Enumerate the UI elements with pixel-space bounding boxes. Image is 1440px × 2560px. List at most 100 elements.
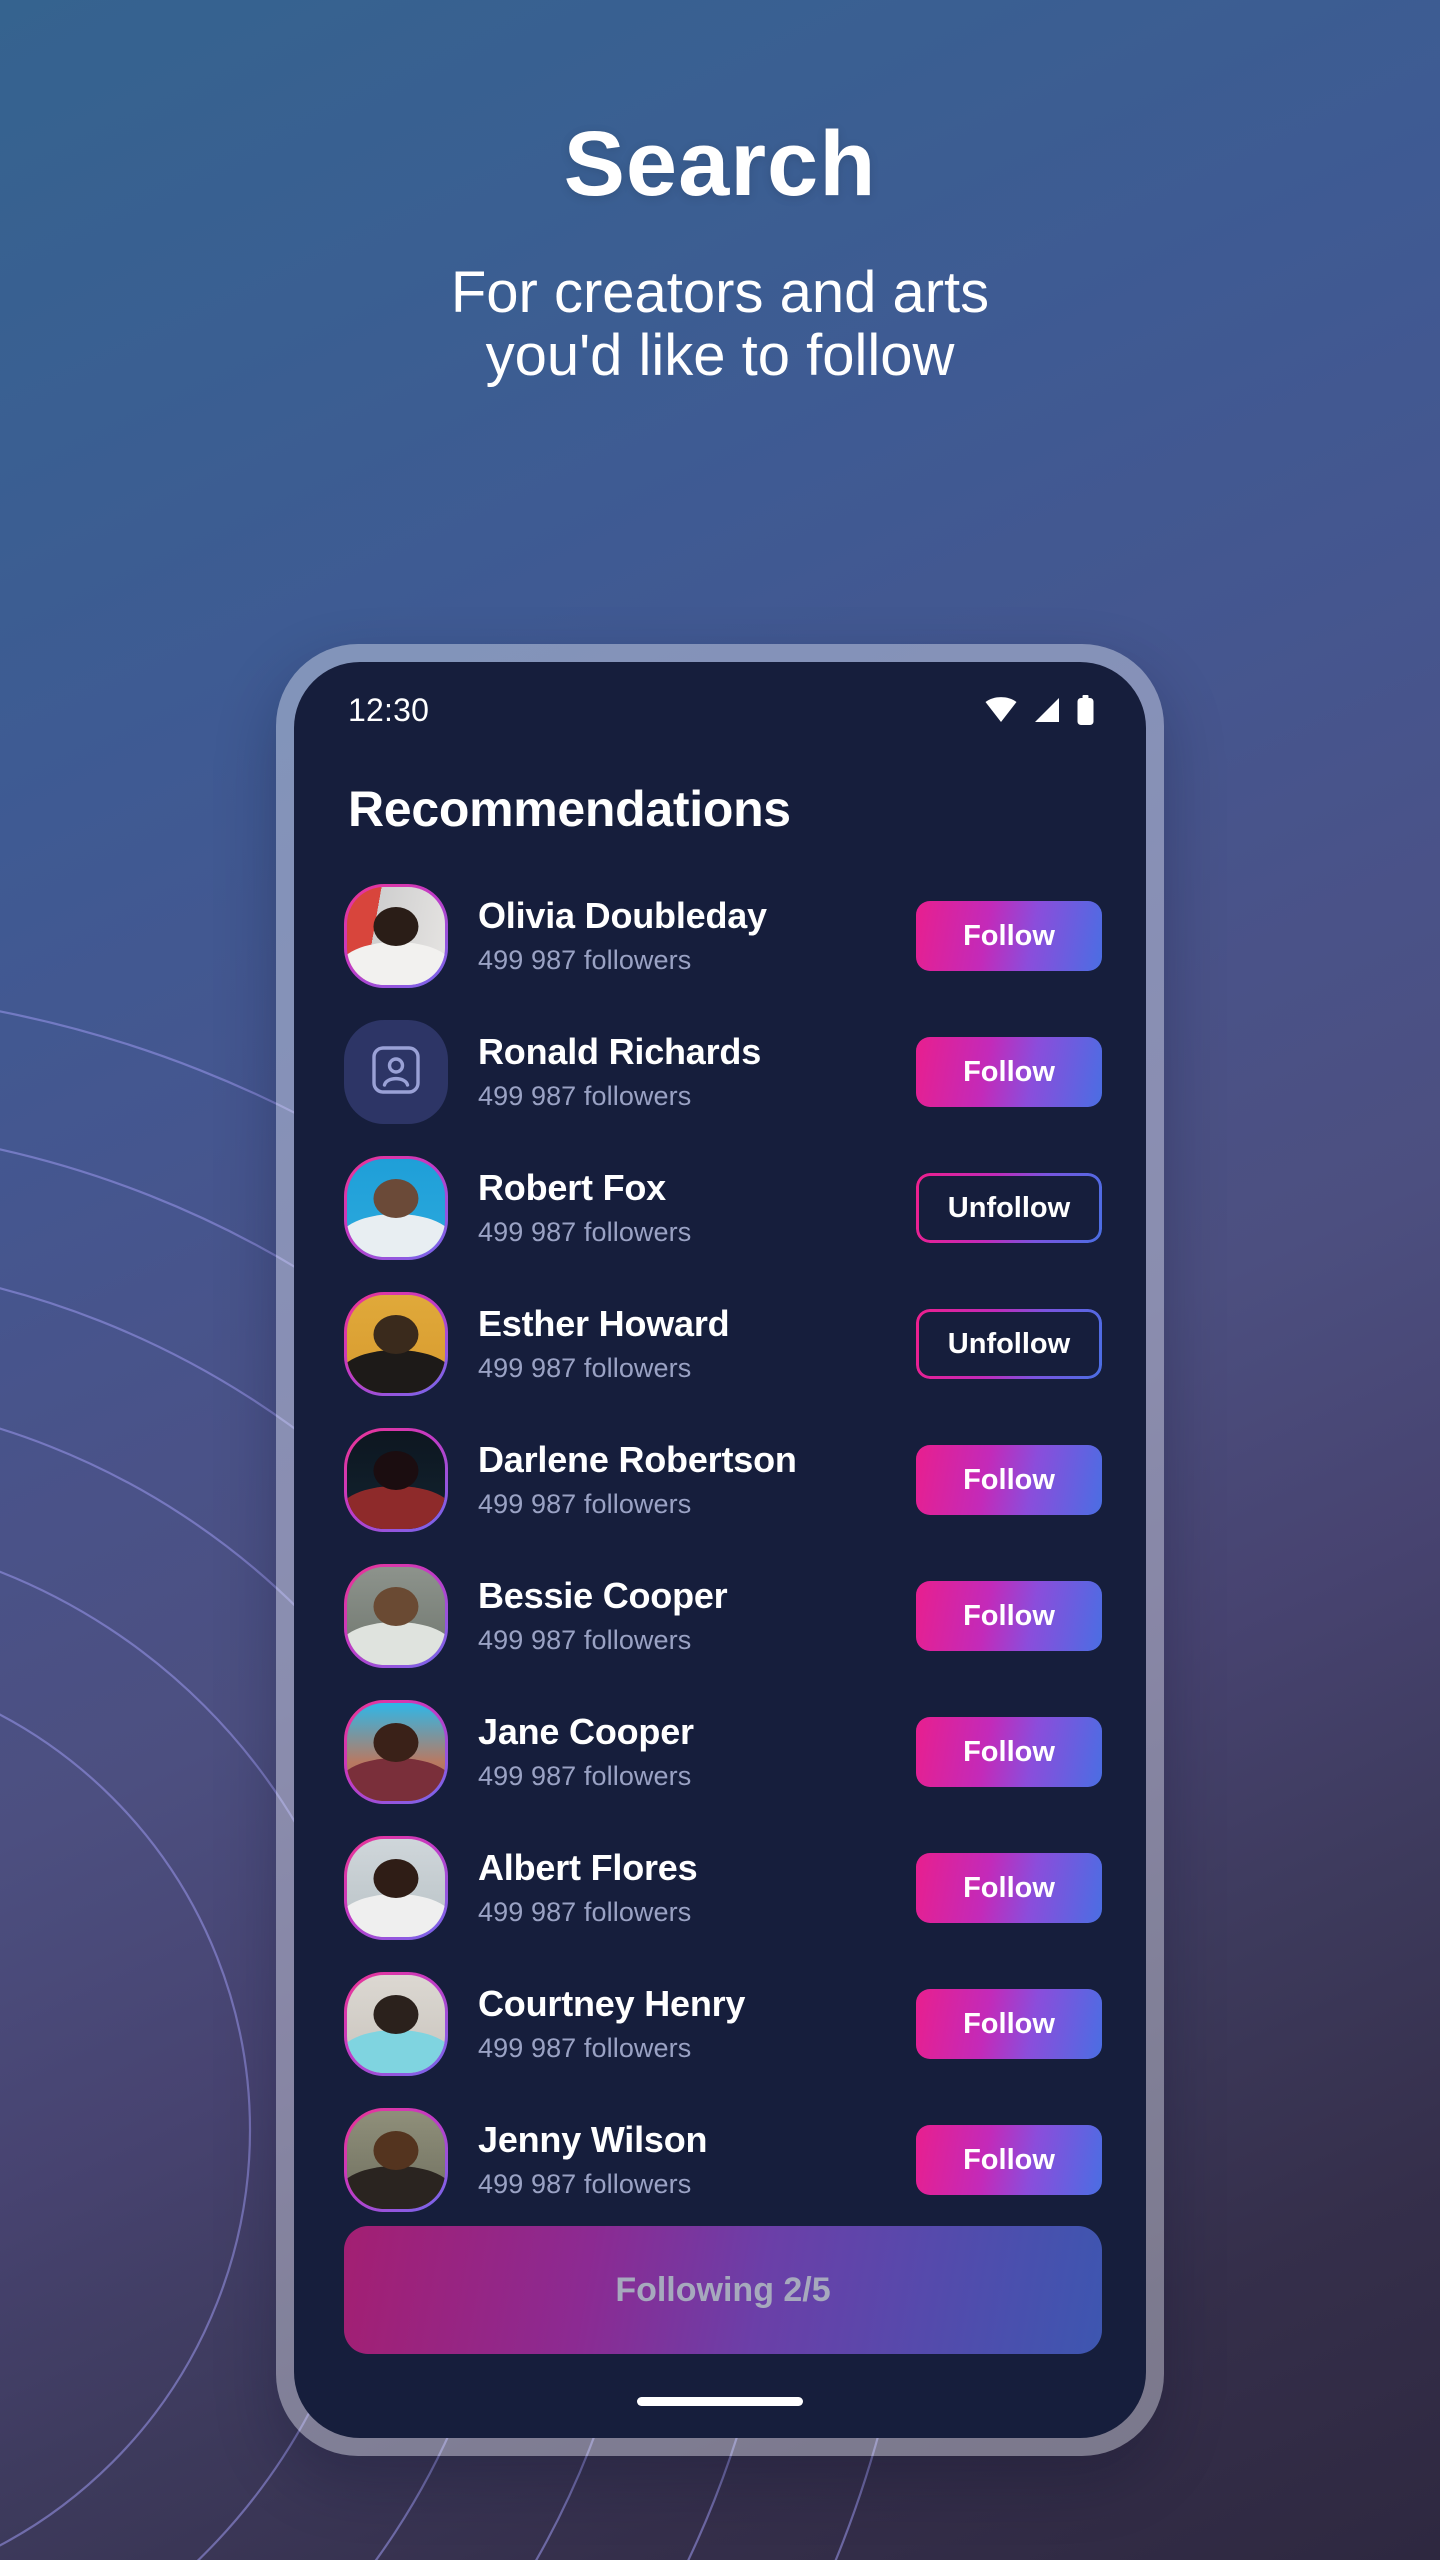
screen-title: Recommendations xyxy=(348,781,791,837)
list-item[interactable]: Bessie Cooper 499 987 followers Follow xyxy=(344,1548,1102,1684)
action-button-label: Unfollow xyxy=(947,1327,1071,1360)
list-item[interactable]: Jenny Wilson 499 987 followers Follow xyxy=(344,2092,1102,2228)
follower-count: 499 987 followers xyxy=(478,2169,692,2200)
follower-count: 499 987 followers xyxy=(478,1761,692,1792)
avatar-image xyxy=(344,1020,448,1124)
action-button-label: Follow xyxy=(963,1871,1055,1904)
follower-count: 499 987 followers xyxy=(478,1353,692,1384)
follow-button[interactable]: Follow xyxy=(916,1445,1102,1515)
follow-button[interactable]: Follow xyxy=(916,2125,1102,2195)
avatar[interactable] xyxy=(344,1564,448,1668)
unfollow-button[interactable]: Unfollow xyxy=(916,1309,1102,1379)
creator-name: Albert Flores xyxy=(478,1846,698,1888)
following-counter-button[interactable]: Following 2/5 xyxy=(344,2226,1102,2354)
follower-count: 499 987 followers xyxy=(478,1217,692,1248)
creator-name: Jane Cooper xyxy=(478,1710,694,1752)
list-item[interactable]: Ronald Richards 499 987 followers Follow xyxy=(344,1004,1102,1140)
action-button-label: Follow xyxy=(963,919,1055,952)
follow-button[interactable]: Follow xyxy=(916,1037,1102,1107)
wifi-icon xyxy=(985,697,1017,723)
avatar-image xyxy=(347,2111,445,2209)
avatar[interactable] xyxy=(344,2108,448,2212)
phone-screen: 12:30 Recommendations Olivia Doubleday 4… xyxy=(294,662,1146,2438)
avatar-portrait xyxy=(347,887,445,985)
avatar-image xyxy=(347,1975,445,2073)
avatar-image xyxy=(347,1159,445,1257)
follower-count: 499 987 followers xyxy=(478,1081,692,1112)
avatar-image xyxy=(347,1295,445,1393)
avatar[interactable] xyxy=(344,1292,448,1396)
list-item[interactable]: Jane Cooper 499 987 followers Follow xyxy=(344,1684,1102,1820)
creator-name: Darlene Robertson xyxy=(478,1438,797,1480)
avatar-image xyxy=(347,1839,445,1937)
list-item[interactable]: Albert Flores 499 987 followers Follow xyxy=(344,1820,1102,1956)
avatar-portrait xyxy=(347,1295,445,1393)
action-button-label: Follow xyxy=(963,2143,1055,2176)
follow-button[interactable]: Follow xyxy=(916,1717,1102,1787)
list-item[interactable]: Robert Fox 499 987 followers Unfollow xyxy=(344,1140,1102,1276)
avatar[interactable] xyxy=(344,884,448,988)
follower-count: 499 987 followers xyxy=(478,945,692,976)
list-item-text: Esther Howard 499 987 followers xyxy=(478,1304,916,1385)
avatar-image xyxy=(347,887,445,985)
recommendations-list: Olivia Doubleday 499 987 followers Follow R… xyxy=(344,868,1102,2228)
avatar-image xyxy=(347,1567,445,1665)
follower-count: 499 987 followers xyxy=(478,2033,692,2064)
follow-button[interactable]: Follow xyxy=(916,1853,1102,1923)
status-bar-icons xyxy=(985,695,1094,725)
list-item-text: Robert Fox 499 987 followers xyxy=(478,1168,916,1249)
list-item[interactable]: Courtney Henry 499 987 followers Follow xyxy=(344,1956,1102,2092)
avatar-placeholder[interactable] xyxy=(344,1020,448,1124)
page-subtitle: For creators and arts you'd like to foll… xyxy=(0,260,1440,388)
avatar-portrait xyxy=(347,1975,445,2073)
promo-screenshot: Search For creators and arts you'd like … xyxy=(0,0,1440,2560)
list-item-text: Ronald Richards 499 987 followers xyxy=(478,1032,916,1113)
creator-name: Robert Fox xyxy=(478,1166,667,1208)
list-item[interactable]: Olivia Doubleday 499 987 followers Follow xyxy=(344,868,1102,1004)
creator-name: Courtney Henry xyxy=(478,1982,746,2024)
avatar-portrait xyxy=(347,1567,445,1665)
hero-section: Search For creators and arts you'd like … xyxy=(0,118,1440,387)
home-indicator xyxy=(637,2397,803,2406)
action-button-label: Follow xyxy=(963,1055,1055,1088)
avatar-portrait xyxy=(347,1703,445,1801)
follow-button[interactable]: Follow xyxy=(916,901,1102,971)
page-subtitle-line-1: For creators and arts xyxy=(450,260,990,325)
action-button-label: Follow xyxy=(963,1599,1055,1632)
creator-name: Jenny Wilson xyxy=(478,2118,708,2160)
action-button-label: Follow xyxy=(963,1735,1055,1768)
unfollow-button[interactable]: Unfollow xyxy=(916,1173,1102,1243)
status-bar: 12:30 xyxy=(294,662,1146,758)
avatar-image xyxy=(347,1431,445,1529)
phone-frame: 12:30 Recommendations Olivia Doubleday 4… xyxy=(276,644,1164,2456)
list-item[interactable]: Esther Howard 499 987 followers Unfollow xyxy=(344,1276,1102,1412)
battery-icon xyxy=(1077,695,1094,725)
avatar[interactable] xyxy=(344,1700,448,1804)
follower-count: 499 987 followers xyxy=(478,1625,692,1656)
avatar[interactable] xyxy=(344,1836,448,1940)
list-item[interactable]: Darlene Robertson 499 987 followers Follow xyxy=(344,1412,1102,1548)
avatar[interactable] xyxy=(344,1428,448,1532)
contact-card-icon xyxy=(368,1042,424,1103)
list-item-text: Olivia Doubleday 499 987 followers xyxy=(478,896,916,977)
avatar[interactable] xyxy=(344,1156,448,1260)
follow-button[interactable]: Follow xyxy=(916,1989,1102,2059)
creator-name: Bessie Cooper xyxy=(478,1574,728,1616)
creator-name: Olivia Doubleday xyxy=(478,894,767,936)
follower-count: 499 987 followers xyxy=(478,1489,692,1520)
avatar-portrait xyxy=(347,1839,445,1937)
status-bar-time: 12:30 xyxy=(348,691,430,728)
action-button-label: Unfollow xyxy=(947,1191,1071,1224)
action-button-label: Follow xyxy=(963,1463,1055,1496)
list-item-text: Albert Flores 499 987 followers xyxy=(478,1848,916,1929)
follower-count: 499 987 followers xyxy=(478,1897,692,1928)
list-item-text: Darlene Robertson 499 987 followers xyxy=(478,1440,916,1521)
page-title: Search xyxy=(563,113,877,215)
avatar-portrait xyxy=(347,2111,445,2209)
avatar-image xyxy=(347,1703,445,1801)
signal-icon xyxy=(1033,697,1061,723)
page-subtitle-line-2: you'd like to follow xyxy=(485,322,955,388)
follow-button[interactable]: Follow xyxy=(916,1581,1102,1651)
avatar[interactable] xyxy=(344,1972,448,2076)
creator-name: Esther Howard xyxy=(478,1302,730,1344)
